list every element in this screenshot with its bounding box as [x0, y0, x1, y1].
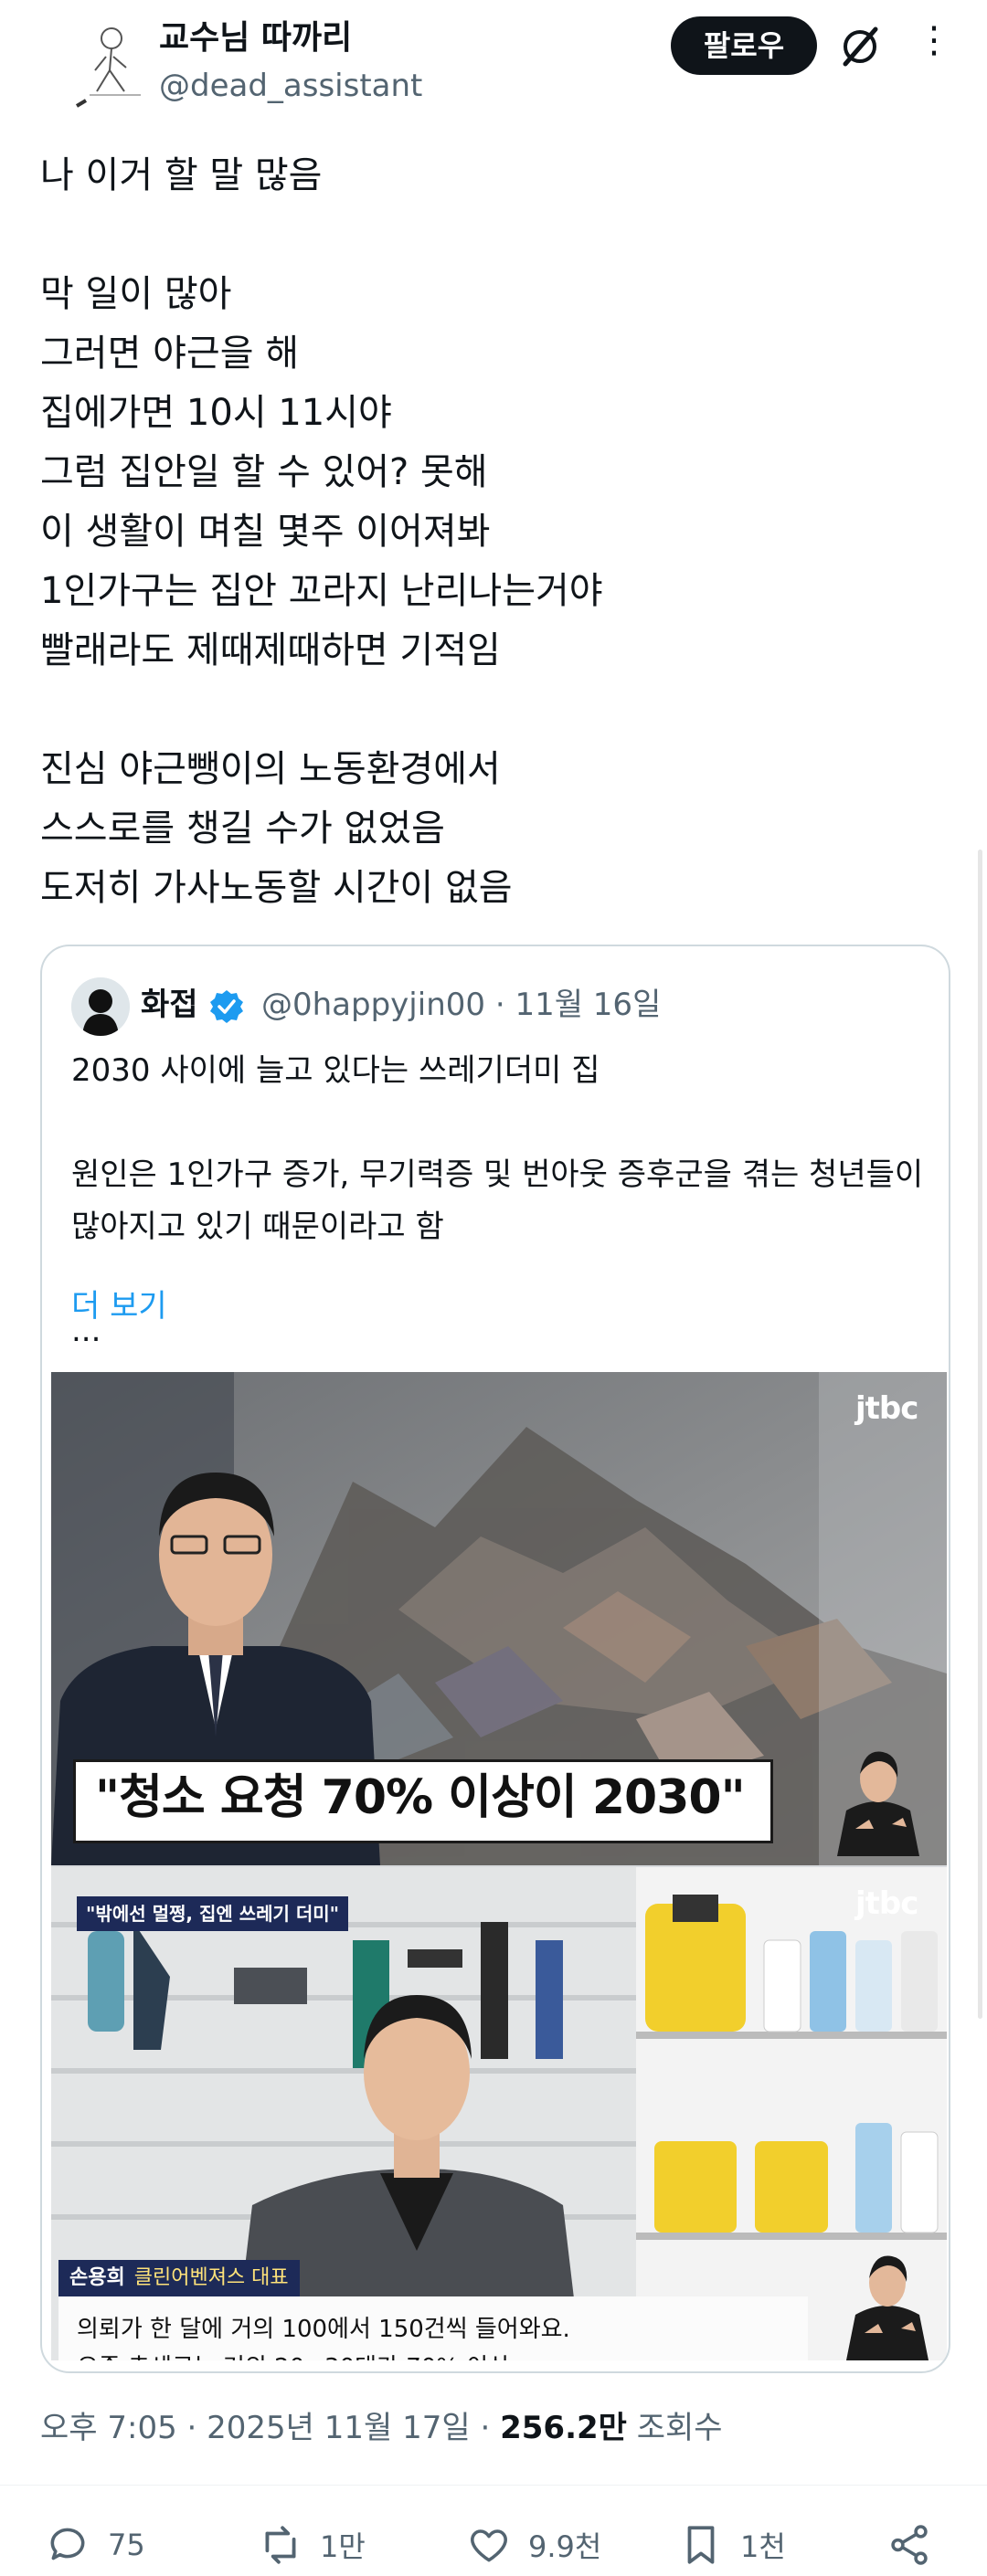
- quote-date[interactable]: 11월 16일: [515, 987, 661, 1023]
- meta-separator: ·: [186, 2410, 207, 2446]
- author-name[interactable]: 교수님 따까리: [159, 16, 352, 60]
- bookmark-icon: [687, 2526, 715, 2564]
- segment-tag: "밖에선 멀쩡, 집엔 쓰레기 더미": [77, 1896, 349, 1931]
- author-avatar[interactable]: [69, 20, 154, 111]
- speaker-name: 손용희: [69, 2266, 125, 2289]
- quote-text: 2030 사이에 늘고 있다는 쓰레기더미 집 원인은 1인가구 증가, 무기력…: [71, 1052, 924, 1349]
- quote-author-handle[interactable]: @0happyjin00: [261, 987, 485, 1023]
- show-more-link[interactable]: 더 보기: [71, 1281, 167, 1332]
- view-count: 256.2만: [500, 2410, 627, 2446]
- video-frame-anchor[interactable]: jtbc "청소 요청 70% 이상이 2030": [51, 1372, 947, 1865]
- divider: [0, 2485, 987, 2486]
- quote-author-name[interactable]: 화접: [141, 977, 198, 1032]
- meta-separator: ·: [494, 987, 515, 1023]
- author-handle[interactable]: @dead_assistant: [159, 66, 422, 106]
- reply-button[interactable]: 75: [46, 2519, 145, 2571]
- verified-badge-icon: [208, 988, 245, 1025]
- subtitle-line-2: 요즘 추세로는 거의 20~30대가 70% 이상…: [77, 2349, 534, 2360]
- heart-icon: [471, 2529, 507, 2562]
- post-text: 나 이거 할 말 많음 막 일이 많아 그러면 야근을 해 집에가면 10시 1…: [40, 154, 603, 909]
- video-frame-interview[interactable]: jtbc "밖에선 멀쩡, 집엔 쓰레기 더미" 손용희 클린어벤져스 대표 의뢰…: [51, 1867, 947, 2360]
- subtitle-line-1: 의뢰가 한 달에 거의 100에서 150건씩 들어와요.: [77, 2316, 570, 2343]
- meta-separator: ·: [480, 2410, 501, 2446]
- bookmark-button[interactable]: 1천: [678, 2519, 786, 2571]
- quoted-post[interactable]: 화접 @0happyjin00 · 11월 16일 2030 사이에 늘고 있다…: [40, 945, 950, 2373]
- sign-language-interpreter: [837, 2242, 938, 2360]
- view-label: 조회수: [636, 2410, 723, 2446]
- quote-meta: @0happyjin00 · 11월 16일: [261, 977, 661, 1032]
- quote-avatar[interactable]: [71, 977, 130, 1036]
- sign-language-interpreter: [828, 1737, 929, 1856]
- like-count: 9.9천: [528, 2529, 602, 2564]
- bookmark-count: 1천: [740, 2529, 786, 2564]
- like-button[interactable]: 9.9천: [466, 2519, 601, 2571]
- more-options-icon[interactable]: ⋮: [914, 20, 954, 60]
- follow-button[interactable]: 팔로우: [671, 16, 817, 75]
- grok-icon[interactable]: [837, 24, 883, 69]
- post-meta: 오후 7:05 · 2025년 11월 17일 · 256.2만 조회수: [40, 2402, 723, 2454]
- scrollbar[interactable]: [978, 850, 982, 2019]
- quote-media[interactable]: jtbc "청소 요청 70% 이상이 2030" jtbc "밖에선 멀쩡, …: [51, 1372, 947, 2360]
- jtbc-logo: jtbc: [855, 1885, 918, 1922]
- post-time[interactable]: 오후 7:05: [40, 2410, 177, 2446]
- repost-count: 1만: [320, 2529, 366, 2564]
- share-icon: [891, 2525, 928, 2565]
- reply-count: 75: [108, 2528, 145, 2562]
- share-button[interactable]: [886, 2519, 949, 2571]
- caption-text: "청소 요청 70% 이상이 2030": [95, 1770, 746, 1825]
- subtitle-box: 의뢰가 한 달에 거의 100에서 150건씩 들어와요. 요즘 추세로는 거의…: [58, 2296, 808, 2360]
- speaker-lower-third: 손용희 클린어벤져스 대표: [58, 2260, 300, 2296]
- repost-button[interactable]: 1만: [258, 2519, 366, 2571]
- post-date[interactable]: 2025년 11월 17일: [207, 2410, 471, 2446]
- speaker-title: 클린어벤져스 대표: [133, 2266, 289, 2289]
- repost-icon: [265, 2526, 296, 2564]
- jtbc-logo: jtbc: [855, 1390, 918, 1427]
- reply-icon: [50, 2528, 85, 2560]
